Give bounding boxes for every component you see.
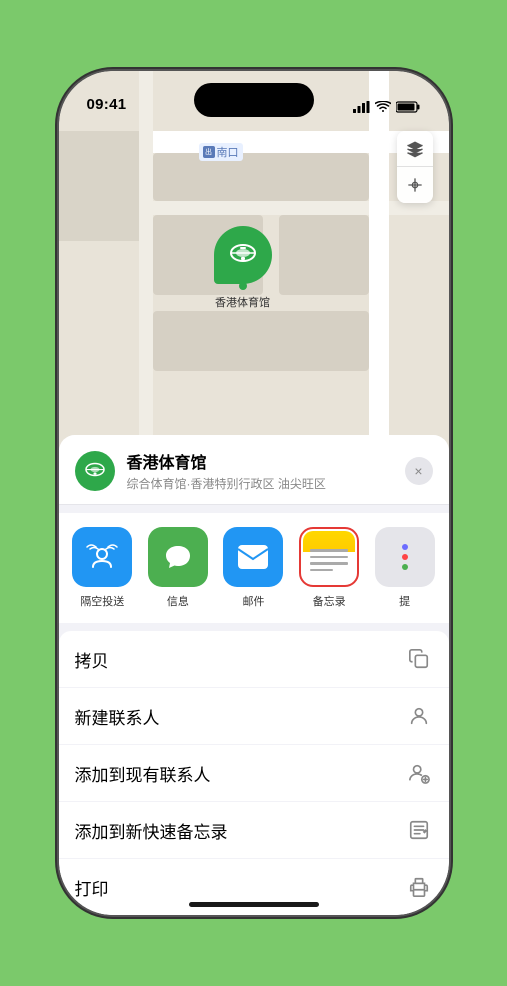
close-button[interactable]: × xyxy=(405,457,433,485)
dynamic-island xyxy=(194,83,314,117)
home-indicator xyxy=(189,902,319,907)
share-item-mail[interactable]: 邮件 xyxy=(218,527,290,609)
venue-icon xyxy=(75,451,115,491)
phone-screen: 出 南口 香港体育馆 xyxy=(59,71,449,915)
share-item-airdrop[interactable]: 隔空投送 xyxy=(67,527,139,609)
action-list: 拷贝 新建联系人 xyxy=(59,631,449,915)
action-print-label: 打印 xyxy=(75,875,109,900)
airdrop-icon-wrap xyxy=(72,527,132,587)
sheet-header: 香港体育馆 综合体育馆·香港特别行政区 油尖旺区 × xyxy=(59,435,449,505)
map-label-icon: 出 xyxy=(203,146,215,158)
action-add-existing[interactable]: 添加到现有联系人 xyxy=(59,745,449,802)
action-add-existing-label: 添加到现有联系人 xyxy=(75,761,211,786)
venue-pin-label: 香港体育馆 xyxy=(215,294,270,310)
messages-label: 信息 xyxy=(167,593,189,609)
action-copy-label: 拷贝 xyxy=(75,647,109,672)
new-contact-icon xyxy=(405,702,433,730)
airdrop-label: 隔空投送 xyxy=(80,593,124,609)
action-new-contact[interactable]: 新建联系人 xyxy=(59,688,449,745)
venue-sub: 综合体育馆·香港特别行政区 油尖旺区 xyxy=(127,475,393,492)
venue-name: 香港体育馆 xyxy=(127,449,393,473)
print-icon xyxy=(405,873,433,901)
more-label: 提 xyxy=(399,593,410,609)
share-item-messages[interactable]: 信息 xyxy=(142,527,214,609)
mail-icon-wrap xyxy=(223,527,283,587)
location-button[interactable] xyxy=(397,167,433,203)
share-item-notes[interactable]: 备忘录 xyxy=(293,527,365,609)
status-time: 09:41 xyxy=(87,96,127,113)
action-quick-note[interactable]: 添加到新快速备忘录 xyxy=(59,802,449,859)
notes-label: 备忘录 xyxy=(313,593,346,609)
phone-frame: 出 南口 香港体育馆 xyxy=(59,71,449,915)
map-label: 出 南口 xyxy=(199,143,243,161)
map-area: 出 南口 香港体育馆 xyxy=(59,71,449,491)
more-icon-wrap xyxy=(375,527,435,587)
venue-info: 香港体育馆 综合体育馆·香港特别行政区 油尖旺区 xyxy=(127,449,393,492)
battery-icon xyxy=(396,101,421,113)
map-layers-button[interactable] xyxy=(397,131,433,167)
quick-note-icon xyxy=(405,816,433,844)
share-item-more[interactable]: 提 xyxy=(369,527,441,609)
action-copy[interactable]: 拷贝 xyxy=(59,631,449,688)
map-controls xyxy=(397,131,433,203)
notes-icon-wrap xyxy=(299,527,359,587)
pin-icon xyxy=(214,226,272,284)
action-new-contact-label: 新建联系人 xyxy=(75,704,160,729)
action-quick-note-label: 添加到新快速备忘录 xyxy=(75,818,228,843)
mail-label: 邮件 xyxy=(242,593,264,609)
stadium-pin[interactable]: 香港体育馆 xyxy=(214,226,272,310)
bottom-sheet: 香港体育馆 综合体育馆·香港特别行政区 油尖旺区 × xyxy=(59,435,449,915)
share-row: 隔空投送 信息 xyxy=(59,513,449,623)
status-icons xyxy=(353,101,421,113)
signal-icon xyxy=(353,101,370,113)
map-label-text: 南口 xyxy=(217,144,239,160)
wifi-icon xyxy=(375,101,391,113)
messages-icon-wrap xyxy=(148,527,208,587)
add-existing-icon xyxy=(405,759,433,787)
copy-icon xyxy=(405,645,433,673)
